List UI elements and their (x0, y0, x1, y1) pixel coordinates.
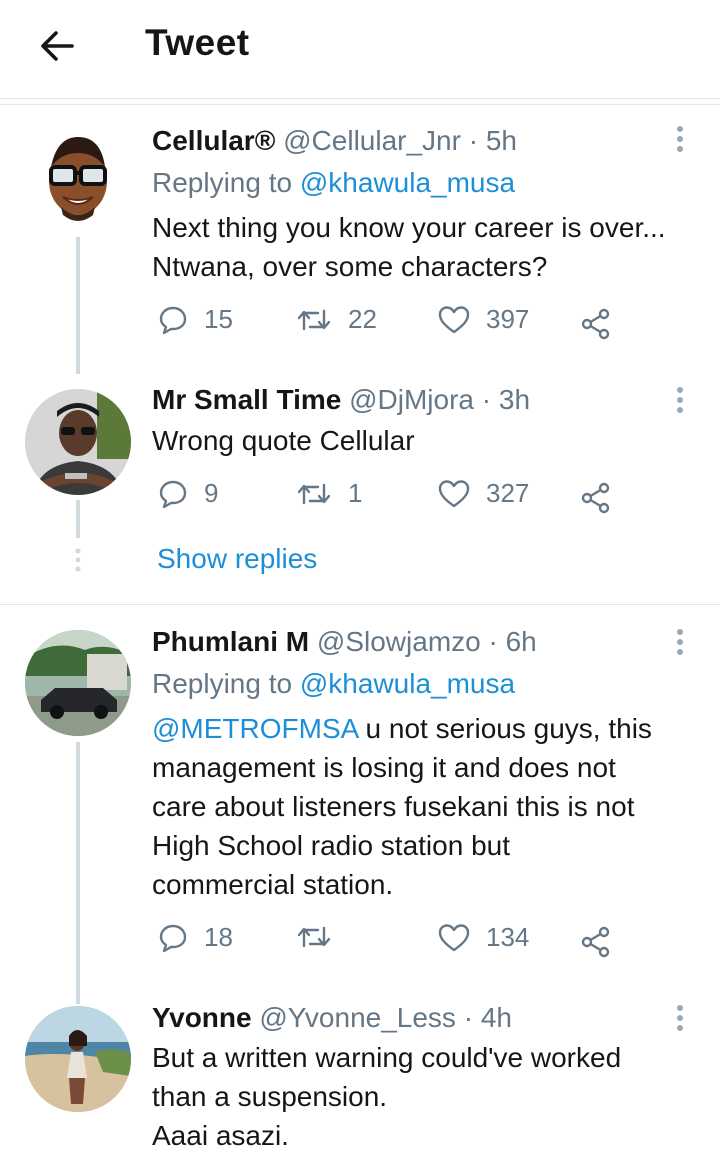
display-name[interactable]: Phumlani M (152, 626, 309, 657)
handle[interactable]: @Yvonne_Less (259, 1002, 456, 1033)
replying-to-label: Replying to (152, 668, 293, 699)
mention-link[interactable]: @khawula_musa (300, 167, 515, 198)
more-options-icon[interactable] (670, 385, 690, 415)
tweet-text-line: Aaai asazi. (152, 1120, 289, 1151)
separator: · (460, 125, 486, 156)
timestamp[interactable]: 4h (481, 1002, 512, 1033)
thread-line (76, 742, 80, 1004)
replying-to-label: Replying to (152, 167, 293, 198)
tweet-header: Cellular® @Cellular_Jnr · 5h (152, 125, 517, 157)
tweet-actions: 15 22 397 (152, 304, 632, 344)
avatar[interactable] (25, 1006, 131, 1112)
mention-link[interactable]: @khawula_musa (300, 668, 515, 699)
separator: · (474, 384, 499, 415)
retweet-icon (297, 483, 331, 504)
retweet-button[interactable]: 22 (296, 304, 377, 335)
more-options-icon[interactable] (670, 124, 690, 154)
separator: · (480, 626, 506, 657)
mention-link[interactable]: @METROFMSA (152, 713, 358, 744)
replying-to: Replying to @khawula_musa (152, 167, 515, 199)
conversation-divider (0, 604, 720, 605)
heart-icon (438, 923, 470, 951)
tweet-text-fragment: u not serious guys, this (357, 713, 652, 744)
tweet-text: Next thing you know your career is over.… (152, 208, 707, 286)
tweet-text-line: But a written warning could've worked (152, 1042, 622, 1073)
tweet-header: Yvonne @Yvonne_Less · 4h (152, 1002, 512, 1034)
reply-count: 18 (204, 922, 233, 952)
retweet-count: 22 (348, 304, 377, 334)
heart-icon (438, 479, 470, 507)
show-replies-link[interactable]: Show replies (157, 543, 317, 575)
retweet-count: 1 (348, 478, 363, 508)
arrow-left-icon[interactable] (36, 24, 80, 68)
share-icon[interactable] (580, 308, 612, 340)
retweet-button[interactable]: 1 (296, 478, 362, 509)
avatar[interactable] (25, 389, 131, 495)
tweet-text-line: High School radio station but (152, 830, 510, 861)
like-count: 327 (486, 478, 530, 508)
display-name[interactable]: Yvonne (152, 1002, 252, 1033)
page-title: Tweet (145, 22, 250, 63)
more-options-icon[interactable] (670, 1003, 690, 1033)
tweet-text: But a written warning could've worked th… (152, 1038, 707, 1155)
thread-more-dots (73, 547, 83, 577)
retweet-icon (297, 309, 331, 330)
tweet-text-line: Next thing you know your career is over.… (152, 212, 666, 243)
reply-icon (159, 924, 187, 952)
like-count: 397 (486, 304, 530, 334)
handle[interactable]: @Cellular_Jnr (283, 125, 461, 156)
reply-button[interactable]: 9 (158, 478, 218, 509)
tweet-text-line: management is losing it and does not (152, 752, 616, 783)
handle[interactable]: @Slowjamzo (317, 626, 481, 657)
thread-line (76, 500, 80, 538)
handle[interactable]: @DjMjora (349, 384, 474, 415)
reply-icon (159, 480, 187, 508)
reply-count: 9 (204, 478, 219, 508)
tweet-text-line: than a suspension. (152, 1081, 388, 1112)
avatar[interactable] (25, 123, 131, 229)
tweet-text-line: Ntwana, over some characters? (152, 251, 548, 282)
tweet-actions: 9 1 327 (152, 478, 632, 518)
like-count: 134 (486, 922, 530, 952)
like-button[interactable]: 134 (438, 922, 529, 953)
share-icon[interactable] (580, 482, 612, 514)
like-button[interactable]: 397 (438, 304, 529, 335)
tweet-text-line: commercial station. (152, 869, 394, 900)
display-name[interactable]: Cellular® (152, 125, 275, 156)
timestamp[interactable]: 3h (499, 384, 530, 415)
top-bar: Tweet (0, 0, 720, 99)
thread-line (76, 237, 80, 374)
retweet-button[interactable] (296, 922, 348, 952)
separator: · (455, 1002, 481, 1033)
replying-to: Replying to @khawula_musa (152, 668, 515, 700)
tweet-text-line: care about listeners fusekani this is no… (152, 791, 635, 822)
share-icon[interactable] (580, 926, 612, 958)
display-name[interactable]: Mr Small Time (152, 384, 341, 415)
more-options-icon[interactable] (670, 627, 690, 657)
timestamp[interactable]: 6h (506, 626, 537, 657)
tweet-header: Phumlani M @Slowjamzo · 6h (152, 626, 537, 658)
tweet-text-line: @METROFMSA u not serious guys, this (152, 709, 707, 748)
timestamp[interactable]: 5h (486, 125, 517, 156)
reply-button[interactable]: 15 (158, 304, 233, 335)
retweet-icon (297, 926, 331, 948)
reply-button[interactable]: 18 (158, 922, 233, 953)
tweet-text-line: Wrong quote Cellular (152, 425, 415, 456)
tweet-header: Mr Small Time @DjMjora · 3h (152, 384, 530, 416)
tweet-actions: 18 134 (152, 922, 632, 962)
tweet-text: Wrong quote Cellular (152, 421, 707, 460)
header-divider (0, 104, 720, 105)
reply-count: 15 (204, 304, 233, 334)
tweet-text: @METROFMSA u not serious guys, this mana… (152, 709, 707, 904)
heart-icon (438, 305, 470, 333)
avatar[interactable] (25, 630, 131, 736)
like-button[interactable]: 327 (438, 478, 529, 509)
reply-icon (159, 306, 187, 334)
